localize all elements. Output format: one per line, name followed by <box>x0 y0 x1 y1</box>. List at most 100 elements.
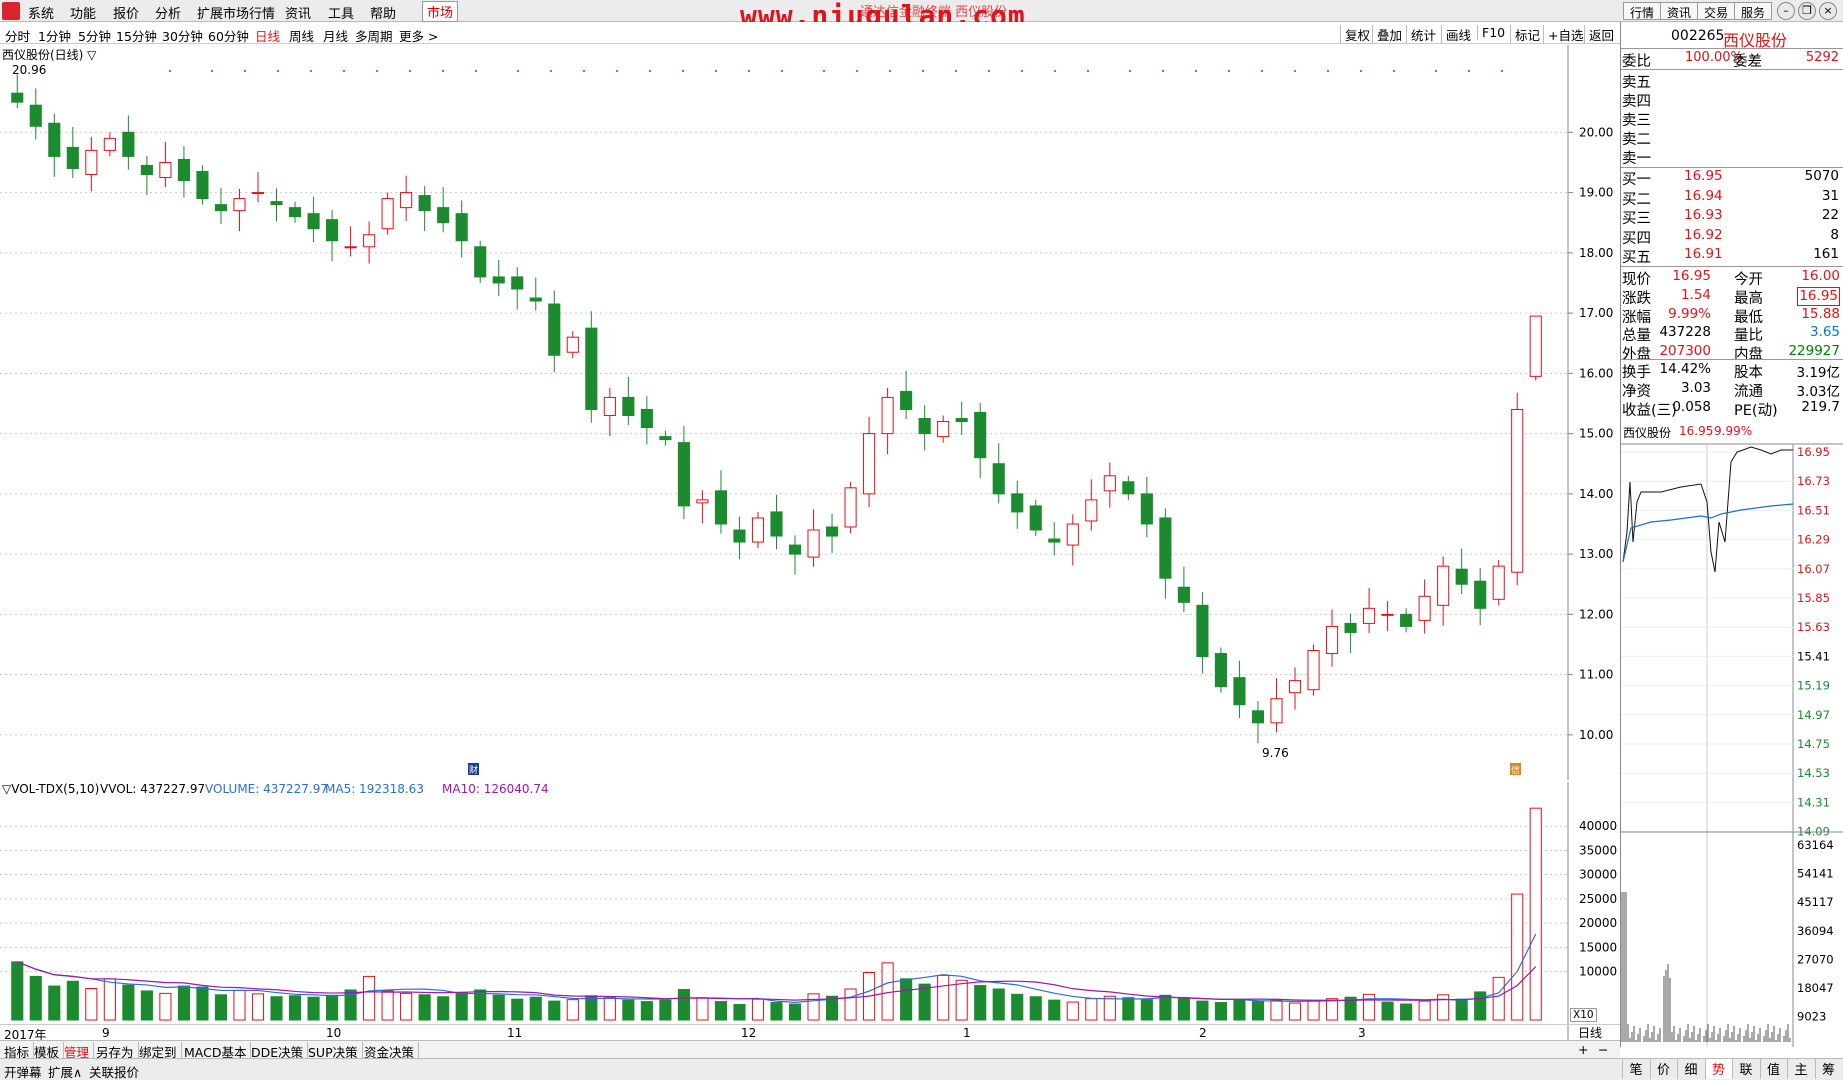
right-tab[interactable]: 筹 <box>1814 1059 1842 1079</box>
stat-value: 15.88 <box>1801 305 1840 322</box>
intraday-mini-chart[interactable]: 西仪股份 16.95 9.99% 16.95 16.73 16.51 16.29 16.… <box>1620 422 1843 1047</box>
mini-price-tick: 16.51 <box>1797 503 1830 517</box>
top-btn-service[interactable]: 服务 <box>1734 2 1773 20</box>
candle-body <box>770 511 783 537</box>
menu-market[interactable]: 市场 <box>422 1 459 22</box>
tool-mark[interactable]: 标记 <box>1510 25 1540 44</box>
right-tab[interactable]: 价 <box>1649 1059 1677 1079</box>
stat-label: 总量 <box>1622 328 1651 345</box>
volume-bar <box>1381 1001 1394 1021</box>
right-tab[interactable]: 势 <box>1704 1059 1732 1079</box>
linked-quote[interactable]: 关联报价 <box>89 1062 139 1080</box>
candle-body <box>233 198 246 212</box>
close-icon[interactable]: × <box>1819 2 1837 20</box>
menu-analysis[interactable]: 分析 <box>155 3 181 22</box>
volume-chart-panel[interactable]: 40000 35000 30000 25000 20000 15000 10000 ▽VOL… <box>0 782 1620 1040</box>
tool-f10[interactable]: F10 <box>1477 25 1505 40</box>
period-more[interactable]: 更多 > <box>399 26 438 45</box>
period-tab[interactable]: 周线 <box>289 26 314 45</box>
period-tab[interactable]: 月线 <box>323 26 348 45</box>
marker-dot <box>277 70 279 72</box>
marker-dot <box>889 70 891 72</box>
period-tab[interactable]: 1分钟 <box>38 26 71 45</box>
buy-volume: 161 <box>1813 246 1839 262</box>
marker-dot <box>1393 70 1395 72</box>
menu-function[interactable]: 功能 <box>70 3 96 22</box>
tool-draw[interactable]: 画线 <box>1441 25 1471 44</box>
candle-body <box>863 433 876 495</box>
volume-bar <box>11 961 24 1021</box>
volume-bar <box>844 988 857 1021</box>
volume-bar <box>566 999 579 1021</box>
top-btn-news[interactable]: 资讯 <box>1660 2 1699 20</box>
marker-dot <box>1435 70 1437 72</box>
right-tab[interactable]: 主 <box>1787 1059 1814 1079</box>
tool-stats[interactable]: 统计 <box>1406 25 1436 44</box>
marker-dot <box>1087 70 1089 72</box>
kline-chart-panel[interactable]: 西仪股份(日线) ▽ 20.00 19.00 18.00 17.00 16.00 15.0… <box>0 45 1620 780</box>
mini-price-tick: 14.75 <box>1797 737 1830 751</box>
menu-quote[interactable]: 报价 <box>113 3 139 22</box>
volume-bar <box>1122 997 1135 1021</box>
period-bar: 分时 1分钟 5分钟 15分钟 30分钟 60分钟 日线 周线 月线 多周期 更… <box>0 22 1620 44</box>
stat-value: 14.42% <box>1659 361 1711 377</box>
volume-bar <box>288 995 302 1021</box>
volume-bar <box>455 991 468 1021</box>
tool-overlay[interactable]: 叠加 <box>1372 25 1402 44</box>
ma5-value: MA5: 192318.63 <box>325 782 424 796</box>
top-btn-market[interactable]: 行情 <box>1623 2 1662 20</box>
period-tab[interactable]: 5分钟 <box>78 26 111 45</box>
zoom-out-icon[interactable]: − <box>1594 1042 1612 1057</box>
low-marker: 9.76 <box>1262 746 1289 760</box>
top-btn-trade[interactable]: 交易 <box>1697 2 1736 20</box>
danmu-toggle[interactable]: 开弹幕 <box>4 1062 42 1080</box>
y-tick-label: 15000 <box>1579 940 1617 954</box>
candle-body <box>270 201 283 206</box>
candle-body <box>1251 710 1265 724</box>
candle-body <box>140 164 153 175</box>
candle-body <box>1122 481 1135 495</box>
tool-add-watch[interactable]: +自选 <box>1543 25 1583 44</box>
stat-label: 净资 <box>1622 384 1651 400</box>
stat-value: 9.99% <box>1668 305 1711 322</box>
right-tab[interactable]: 笔 <box>1622 1059 1649 1079</box>
minimize-icon[interactable]: – <box>1777 2 1795 20</box>
marker-dot <box>682 70 684 72</box>
y-tick-label: 14.00 <box>1579 487 1613 501</box>
sell-1-label: 卖一 <box>1622 151 1651 167</box>
period-tab[interactable]: 15分钟 <box>116 26 157 45</box>
candle-body <box>1288 680 1302 694</box>
tool-back[interactable]: 返回 <box>1584 25 1614 44</box>
vol-indicator-name[interactable]: ▽VOL-TDX(5,10) <box>2 782 99 796</box>
restore-icon[interactable]: ❐ <box>1798 2 1816 20</box>
candle-body <box>622 396 635 417</box>
volume-svg: 40000 35000 30000 25000 20000 15000 10000 <box>0 782 1617 1040</box>
zoom-in-icon[interactable]: + <box>1574 1042 1592 1057</box>
candle-body <box>1140 493 1153 525</box>
right-tab[interactable]: 细 <box>1677 1059 1704 1079</box>
period-tab[interactable]: 多周期 <box>355 26 393 45</box>
volume-bar <box>85 988 98 1021</box>
expand-toggle[interactable]: 扩展∧ <box>48 1062 82 1080</box>
period-tab[interactable]: 30分钟 <box>162 26 203 45</box>
period-tab[interactable]: 分时 <box>5 26 30 45</box>
x10-label[interactable]: X10 <box>1570 1008 1597 1022</box>
menu-news[interactable]: 资讯 <box>285 3 311 22</box>
period-tab-active[interactable]: 日线 <box>255 26 280 45</box>
volume-bar <box>1029 996 1042 1021</box>
menu-ext-market[interactable]: 扩展市场行情 <box>197 3 275 22</box>
menu-tools[interactable]: 工具 <box>328 3 354 22</box>
candle-body <box>696 499 709 504</box>
period-tab[interactable]: 60分钟 <box>208 26 249 45</box>
tool-adjust[interactable]: 复权 <box>1340 25 1370 44</box>
volume-bar <box>103 978 116 1021</box>
candle-body <box>974 412 987 459</box>
marker-dot <box>1360 70 1362 72</box>
menu-help[interactable]: 帮助 <box>370 3 396 22</box>
right-tab[interactable]: 联 <box>1732 1059 1759 1079</box>
sell-5-label: 卖五 <box>1622 75 1651 91</box>
period-indicator: 日线 <box>1578 1026 1603 1040</box>
mini-vol-tick: 9023 <box>1797 1010 1826 1024</box>
menu-system[interactable]: 系统 <box>28 3 54 22</box>
right-tab[interactable]: 值 <box>1759 1059 1787 1079</box>
